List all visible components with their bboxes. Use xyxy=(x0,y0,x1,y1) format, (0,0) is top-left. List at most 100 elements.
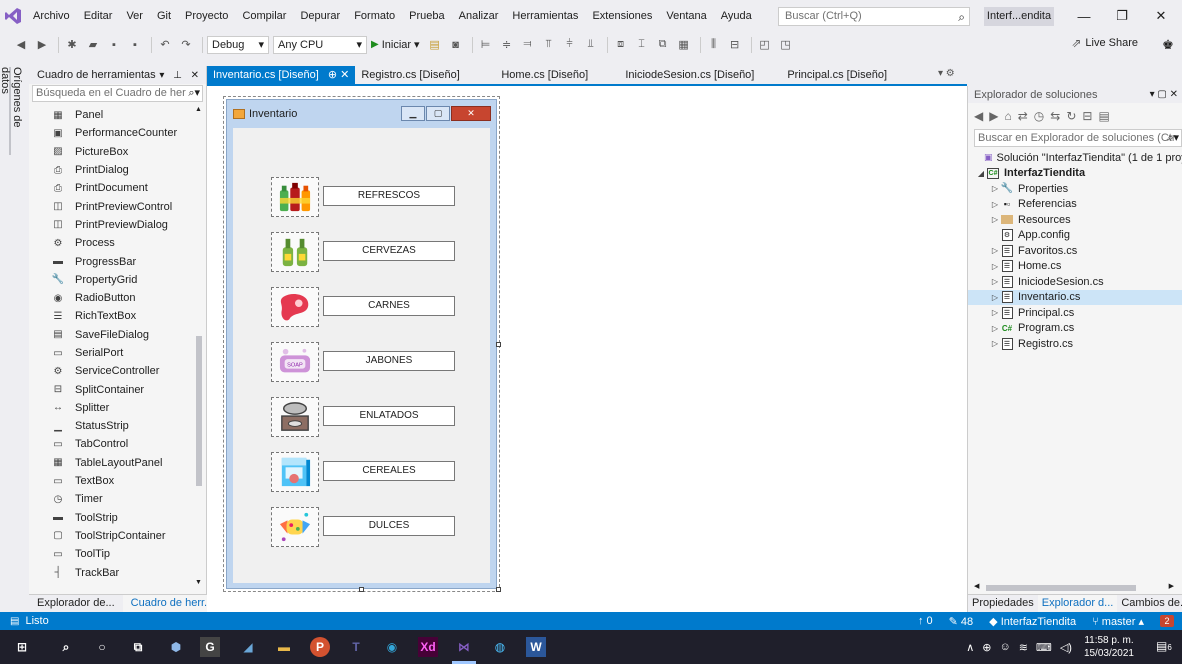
scrollbar-thumb[interactable] xyxy=(986,585,1136,591)
people-icon[interactable]: ☺ xyxy=(999,641,1010,653)
branch-selector[interactable]: ⑂ master ▴ xyxy=(1092,615,1144,628)
word-icon[interactable]: W xyxy=(526,637,546,657)
expand-arrow-icon[interactable]: ▷ xyxy=(990,339,1000,348)
windows-start-icon[interactable]: ⊞ xyxy=(12,637,32,657)
project-node[interactable]: ◢ C# InterfazTiendita xyxy=(968,166,1182,182)
pending-changes-icon[interactable]: ◷ xyxy=(1034,109,1050,123)
same-height-icon[interactable]: ⌶ xyxy=(633,36,651,54)
tab-properties[interactable]: Propiedades xyxy=(968,595,1038,612)
refresh-icon[interactable]: ↻ xyxy=(1066,109,1082,123)
menu-item-herramientas[interactable]: Herramientas xyxy=(505,0,585,32)
hot-reload-icon[interactable]: ▤ xyxy=(426,36,444,54)
live-share-button[interactable]: ⇗ Live Share xyxy=(1071,36,1138,50)
toolbox-item-picturebox[interactable]: ▨ PictureBox xyxy=(29,143,199,161)
tab-explorer[interactable]: Explorador de... xyxy=(29,595,123,612)
menu-item-depurar[interactable]: Depurar xyxy=(293,0,347,32)
solution-item-iniciodesesion-cs[interactable]: ▷ ☰ IniciodeSesion.cs xyxy=(968,274,1182,290)
resize-handle-right[interactable] xyxy=(496,342,501,347)
undo-icon[interactable]: ↶ xyxy=(156,36,174,54)
expand-arrow-icon[interactable]: ▷ xyxy=(990,324,1000,333)
tab-pin-close-icon[interactable]: ⊕ ✕ xyxy=(328,69,350,81)
toolbox-item-tabcontrol[interactable]: ▭ TabControl xyxy=(29,435,199,453)
solution-item-app-config[interactable]: ⚙ App.config xyxy=(968,228,1182,244)
solution-item-program-cs[interactable]: ▷ C# Program.cs xyxy=(968,321,1182,337)
scrollbar-thumb[interactable] xyxy=(196,336,202,486)
action-center-icon[interactable]: ▤6 xyxy=(1156,639,1172,655)
toolbox-item-splitter[interactable]: ↔ Splitter xyxy=(29,399,199,417)
tab-home-design[interactable]: Home.cs [Diseño] xyxy=(495,66,619,84)
soap-icon[interactable]: SOAP xyxy=(271,342,319,382)
menu-item-analizar[interactable]: Analizar xyxy=(452,0,506,32)
canned-food-icon[interactable] xyxy=(271,397,319,437)
toolbox-item-toolstrip[interactable]: ▬ ToolStrip xyxy=(29,509,199,527)
keyboard-icon[interactable]: ⌨ xyxy=(1036,641,1052,654)
collapse-arrow-icon[interactable]: ◢ xyxy=(976,169,986,178)
expand-arrow-icon[interactable]: ▷ xyxy=(990,308,1000,317)
toolbox-item-propertygrid[interactable]: 🔧 PropertyGrid xyxy=(29,271,199,289)
save-icon[interactable]: ▪ xyxy=(105,36,123,54)
toolbox-search-input[interactable]: Búsqueda en el Cuadro de her ⌕▾ xyxy=(32,85,203,102)
solution-item-resources[interactable]: ▷ Resources xyxy=(968,212,1182,228)
align-right-icon[interactable]: ⫤ xyxy=(519,36,537,54)
solution-search-input[interactable]: Buscar en Explorador de soluciones (Ctr … xyxy=(974,129,1182,147)
toolbox-item-process[interactable]: ⚙ Process xyxy=(29,234,199,252)
toolbox-item-textbox[interactable]: ▭ TextBox xyxy=(29,472,199,490)
toolbox-item-tablelayoutpanel[interactable]: ▦ TableLayoutPanel xyxy=(29,454,199,472)
task-view-icon[interactable]: ⧉ xyxy=(128,637,148,657)
spacing-icon[interactable]: ⫼ xyxy=(705,36,723,54)
toolbox-item-treeview[interactable]: ⊢ TreeView xyxy=(29,582,199,586)
visual-studio-icon[interactable]: ⋈ xyxy=(454,637,474,657)
toolbox-item-tooltip[interactable]: ▭ ToolTip xyxy=(29,545,199,563)
search-icon[interactable]: ⌕ xyxy=(56,637,76,657)
toolbox-item-radiobutton[interactable]: ◉ RadioButton xyxy=(29,289,199,307)
switch-views-icon[interactable]: ⇄ xyxy=(1018,109,1034,123)
show-all-icon[interactable]: ▤ xyxy=(1098,109,1115,123)
bring-front-icon[interactable]: ◰ xyxy=(756,36,774,54)
solution-item-properties[interactable]: ▷ 🔧 Properties xyxy=(968,181,1182,197)
expand-arrow-icon[interactable]: ▷ xyxy=(990,262,1000,271)
wifi-icon[interactable]: ≋ xyxy=(1019,641,1028,654)
menu-item-git[interactable]: Git xyxy=(150,0,178,32)
solution-node[interactable]: ▣ Solución "InterfazTiendita" (1 de 1 pr… xyxy=(968,150,1182,166)
toolbox-item-printpreviewcontrol[interactable]: ◫ PrintPreviewControl xyxy=(29,197,199,215)
menu-item-ayuda[interactable]: Ayuda xyxy=(714,0,759,32)
carnes-button[interactable]: CARNES xyxy=(323,296,455,316)
adobe-xd-icon[interactable]: Xd xyxy=(418,637,438,657)
soda-bottles-icon[interactable] xyxy=(271,177,319,217)
enlatados-button[interactable]: ENLATADOS xyxy=(323,406,455,426)
same-size-icon[interactable]: ⧉ xyxy=(654,36,672,54)
new-project-icon[interactable]: ✱ xyxy=(63,36,81,54)
edge-icon[interactable]: ◉ xyxy=(382,637,402,657)
tab-solution-explorer[interactable]: Explorador d... xyxy=(1037,595,1118,612)
toolbox-item-printdocument[interactable]: ⎙ PrintDocument xyxy=(29,179,199,197)
toolbox-item-splitcontainer[interactable]: ⊟ SplitContainer xyxy=(29,380,199,398)
redo-icon[interactable]: ↷ xyxy=(177,36,195,54)
beer-bottles-icon[interactable] xyxy=(271,232,319,272)
solution-horizontal-scrollbar[interactable]: ◀ ▶ xyxy=(974,582,1174,592)
inventario-form[interactable]: Inventario ▁ ▢ ✕ REFRESCOS CERVEZAS CARNES… xyxy=(226,99,497,589)
menu-item-ventana[interactable]: Ventana xyxy=(659,0,713,32)
pending-changes[interactable]: ✎ 48 xyxy=(949,615,974,628)
menu-item-extensiones[interactable]: Extensiones xyxy=(585,0,659,32)
toolbox-item-toolstripcontainer[interactable]: ▢ ToolStripContainer xyxy=(29,527,199,545)
maximize-button[interactable]: ❐ xyxy=(1104,0,1140,32)
data-sources-tab[interactable]: Orígenes de datos xyxy=(0,67,23,155)
expand-arrow-icon[interactable]: ▷ xyxy=(990,200,1000,209)
global-search-input[interactable]: Buscar (Ctrl+Q) ⌕ xyxy=(778,7,970,26)
solution-item-referencias[interactable]: ▷ ▪▫ Referencias xyxy=(968,197,1182,213)
forward-icon[interactable]: ▶ xyxy=(33,36,51,54)
minimize-button[interactable]: — xyxy=(1066,0,1102,32)
steak-icon[interactable] xyxy=(271,287,319,327)
cereales-button[interactable]: CEREALES xyxy=(323,461,455,481)
jabones-button[interactable]: JABONES xyxy=(323,351,455,371)
same-width-icon[interactable]: ⧈ xyxy=(612,36,630,54)
home-icon[interactable]: ⌂ xyxy=(1004,109,1017,123)
solution-item-principal-cs[interactable]: ▷ ☰ Principal.cs xyxy=(968,305,1182,321)
center-icon[interactable]: ⊟ xyxy=(726,36,744,54)
menu-item-archivo[interactable]: Archivo xyxy=(26,0,77,32)
tab-iniciodesesion-design[interactable]: IniciodeSesion.cs [Diseño] xyxy=(619,66,781,84)
align-middle-icon[interactable]: ⫩ xyxy=(561,36,579,54)
toolbox-item-timer[interactable]: ◷ Timer xyxy=(29,490,199,508)
chrome-icon[interactable]: ◍ xyxy=(490,637,510,657)
scroll-right-icon[interactable]: ▶ xyxy=(1169,582,1174,590)
